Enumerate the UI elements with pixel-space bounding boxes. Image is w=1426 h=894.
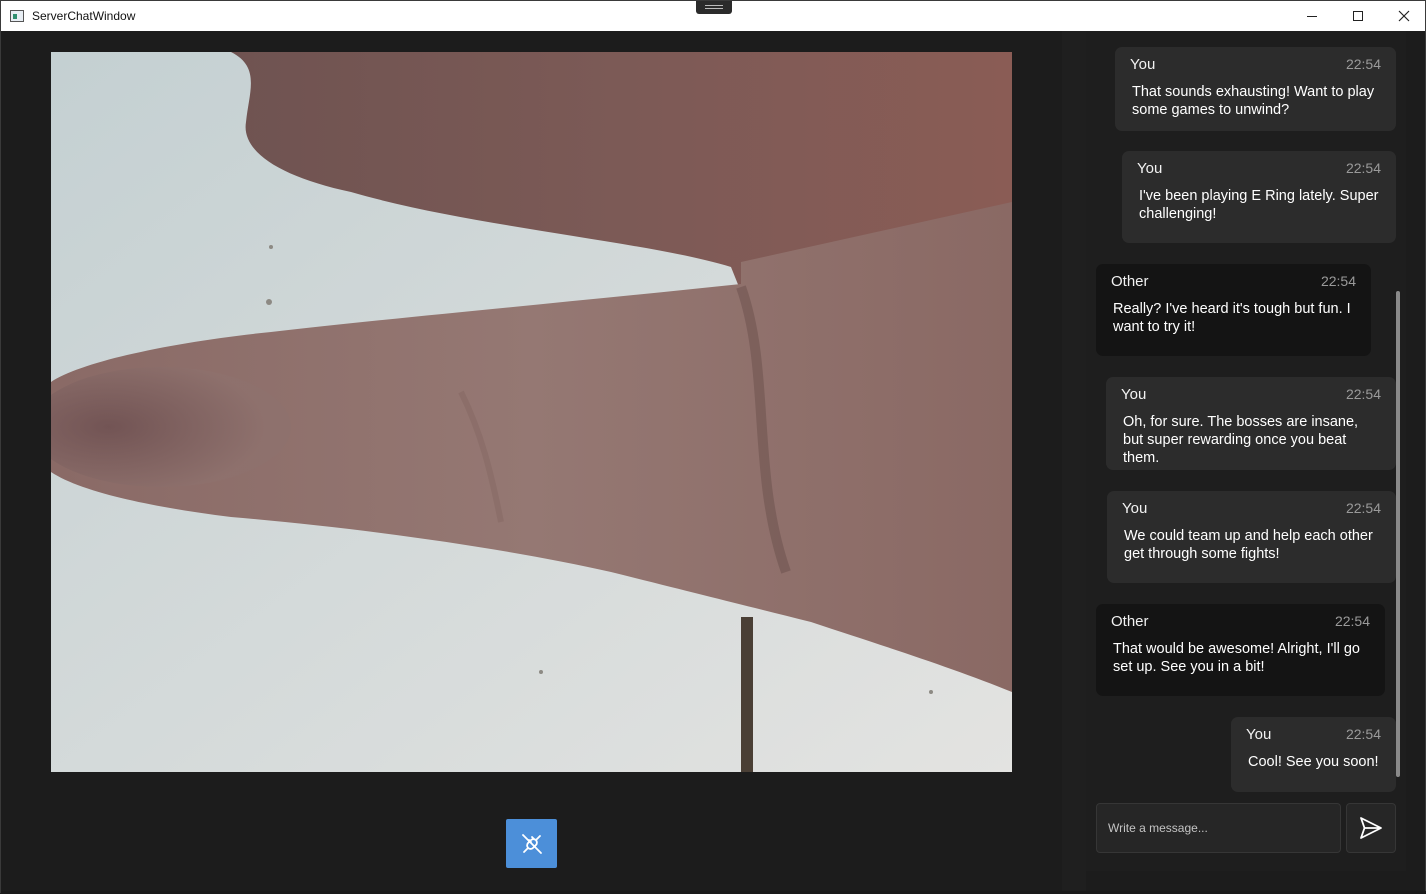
chat-message: You 22:54 I've been playing E Ring latel… [1122,151,1396,243]
message-time: 22:54 [1345,386,1381,402]
title-bar[interactable]: ServerChatWindow [1,1,1425,31]
webcam-image [51,52,1012,772]
message-text: Really? I've heard it's tough but fun. I… [1113,301,1351,335]
message-sender: You [1122,500,1148,517]
message-sender: You [1246,726,1272,743]
maximize-button[interactable] [1335,1,1381,31]
message-text: Oh, for sure. The bosses are insane, but… [1123,414,1359,466]
message-input[interactable] [1097,804,1340,852]
message-sender: Other [1111,273,1149,290]
message-text: That sounds exhausting! Want to play som… [1132,84,1375,118]
chat-scrollbar[interactable] [1396,291,1400,777]
message-time: 22:54 [1320,273,1356,289]
app-icon [10,10,24,22]
message-sender: You [1121,386,1147,403]
minimize-button[interactable] [1289,1,1335,31]
message-time: 22:54 [1334,613,1370,629]
chat-message: You 22:54 Oh, for sure. The bosses are i… [1106,377,1396,470]
chat-message: You 22:54 That sounds exhausting! Want t… [1115,47,1396,131]
plug-disconnect-icon [521,833,542,854]
connect-toggle-button[interactable] [506,819,557,868]
message-sender: Other [1111,613,1149,630]
chat-message: Other 22:54 That would be awesome! Alrig… [1096,604,1385,696]
snap-grip-handle[interactable] [696,1,732,14]
message-sender: You [1130,56,1156,73]
message-time: 22:54 [1345,726,1381,742]
message-text: That would be awesome! Alright, I'll go … [1113,641,1360,675]
message-text: I've been playing E Ring lately. Super c… [1139,188,1379,222]
minimize-icon [1307,15,1317,17]
message-text: Cool! See you soon! [1248,754,1379,770]
message-time: 22:54 [1345,160,1381,176]
close-icon [1398,10,1410,22]
video-area [1,31,1062,893]
maximize-icon [1353,11,1363,21]
chat-message: You 22:54 Cool! See you soon! [1231,717,1396,792]
app-window: ServerChatWindow You 22:54 That sounds e… [0,0,1426,894]
panel-divider [1062,31,1086,893]
send-icon [1360,817,1382,839]
message-text: We could team up and help each other get… [1124,528,1373,562]
send-button[interactable] [1346,803,1396,853]
close-button[interactable] [1381,1,1426,31]
message-time: 22:54 [1345,500,1381,516]
chat-message: Other 22:54 Really? I've heard it's toug… [1096,264,1371,356]
video-feed [51,52,1012,772]
message-input-container [1096,803,1341,853]
window-title: ServerChatWindow [32,9,136,23]
message-sender: You [1137,160,1163,177]
chat-panel: You 22:54 That sounds exhausting! Want t… [1086,31,1406,871]
message-time: 22:54 [1345,56,1381,72]
chat-message: You 22:54 We could team up and help each… [1107,491,1396,583]
